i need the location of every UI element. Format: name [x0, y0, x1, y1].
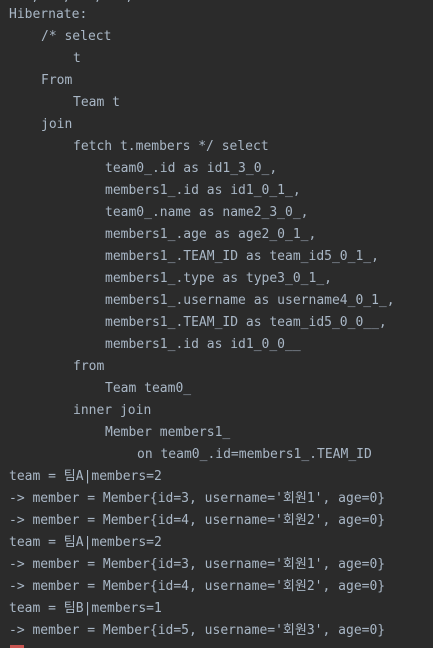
console-line: team = 팀B|members=1: [9, 601, 162, 616]
console-line: team = 팀A|members=2: [9, 535, 162, 550]
console-line: members1_.type as type3_0_1_,: [105, 271, 332, 286]
log-lines: Hibernate: /* select t From Team t join fetch …: [0, 4, 433, 642]
console-line: -> member = Member{id=4, username='회원2',…: [9, 513, 386, 528]
console-line: team = 팀A|members=2: [9, 469, 162, 484]
console-line: members1_.TEAM_ID as team_id5_0_1_,: [105, 249, 379, 264]
console-line: inner join: [73, 403, 152, 418]
console-line: -> member = Member{id=3, username='회원1',…: [9, 491, 386, 506]
console-line: Hibernate:: [9, 7, 88, 22]
console-output[interactable]: , , , , Hibernate:/* selecttFromTeam tjo…: [0, 0, 433, 648]
console-line: members1_.id as id1_0_1_,: [105, 183, 301, 198]
console-line: team0_.id as id1_3_0_,: [105, 161, 278, 176]
console-line: Team team0_: [105, 381, 192, 396]
console-line: -> member = Member{id=4, username='회원2',…: [9, 579, 386, 594]
console-line: join: [41, 117, 73, 132]
console-line: from: [73, 359, 105, 374]
console-line: on team0_.id=members1_.TEAM_ID: [137, 447, 372, 462]
console-line: members1_.id as id1_0_0__: [105, 337, 301, 352]
console-line: -> member = Member{id=5, username='회원3',…: [9, 623, 386, 638]
console-line: -> member = Member{id=3, username='회원1',…: [9, 557, 386, 572]
console-line: members1_.age as age2_0_1_,: [105, 227, 317, 242]
console-line: Team t: [73, 95, 120, 110]
console-line: /* select: [41, 29, 112, 44]
console-line: t: [73, 51, 81, 66]
console-line: fetch t.members */ select: [73, 139, 269, 154]
console-line: members1_.username as username4_0_1_,: [105, 293, 395, 308]
console-line: From: [41, 73, 73, 88]
console-line: team0_.name as name2_3_0_,: [105, 205, 309, 220]
console-line: members1_.TEAM_ID as team_id5_0_0__,: [105, 315, 387, 330]
console-line: Member members1_: [105, 425, 231, 440]
